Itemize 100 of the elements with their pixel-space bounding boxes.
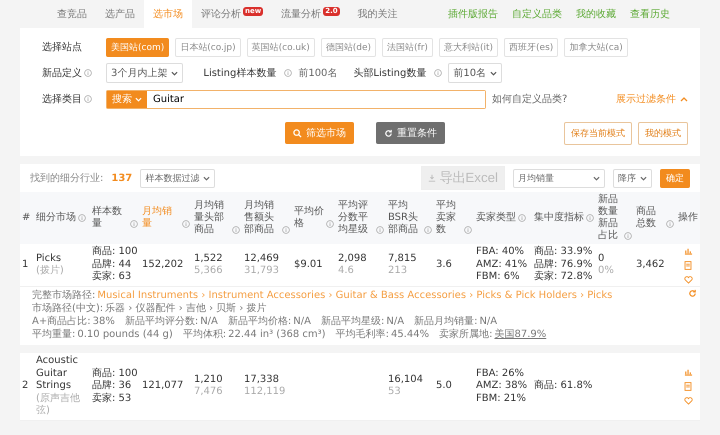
cell-text: 1,210 [194, 374, 224, 386]
top-link[interactable]: 自定义品类 [512, 7, 562, 21]
nav-tab[interactable]: 查竞品 [48, 0, 96, 28]
top-link[interactable]: 插件版报告 [448, 7, 498, 21]
detail-label: 新品月均销量: [414, 316, 478, 327]
site-option[interactable]: 意大利站(it) [438, 38, 498, 56]
detail-label: 新品平均星级: [320, 316, 384, 327]
caret-icon [171, 70, 178, 76]
cell-text: 17,338 [244, 374, 280, 386]
nav-tab[interactable]: 选市场 [144, 0, 192, 28]
caret-icon [593, 176, 600, 180]
info-icon [182, 220, 190, 228]
cell-text: FBA: 40% [476, 246, 526, 259]
info-icon [84, 95, 92, 103]
market-name[interactable]: Picks [36, 252, 88, 265]
site-option[interactable]: 德国站(de) [320, 38, 376, 56]
info-icon [666, 220, 674, 228]
field-label: 新品定义 [42, 66, 82, 80]
cell-text: 4.6 [338, 265, 355, 278]
column-header: 商品总数 [636, 206, 657, 230]
head-count-select[interactable]: 前10名 [448, 63, 502, 83]
cell-text: 121,077 [142, 380, 184, 391]
site-option[interactable]: 美国站(com) [106, 38, 170, 56]
document-icon[interactable] [684, 382, 692, 392]
column-header: 月均销量头部商品 [194, 200, 225, 236]
caret-icon [135, 96, 142, 102]
info-icon [586, 214, 594, 222]
cell-text: 53 [388, 386, 402, 399]
mode-button[interactable]: 我的模式 [638, 122, 688, 144]
column-header: 新品数量新品占比 [598, 194, 619, 242]
sample-filter-select[interactable]: 样本数据过滤 [140, 168, 216, 188]
document-icon[interactable] [684, 261, 692, 270]
site-option[interactable]: 加拿大站(ca) [564, 38, 628, 56]
cell-text: 商品: 61.8% [534, 380, 594, 392]
info-icon [284, 69, 292, 77]
nav-tab[interactable]: 我的关注 [348, 0, 407, 28]
detail-value: N/A [386, 316, 404, 327]
refresh-icon[interactable] [688, 289, 697, 298]
cell-text: AMZ: 38% [476, 380, 528, 392]
detail-label: 完整市场路径: [32, 290, 96, 301]
heart-icon[interactable] [684, 276, 692, 284]
cell-text: 1,522 [194, 252, 224, 265]
detail-label: A+商品占比: [32, 316, 91, 327]
detail-value: 38% [92, 316, 115, 327]
filter-market-button[interactable]: 筛选市场 [285, 122, 354, 144]
found-count: 137 [111, 172, 132, 184]
category-search-field[interactable]: 搜索 Guitar [106, 90, 486, 108]
site-option[interactable]: 法国站(fr) [382, 38, 433, 56]
reset-button[interactable]: 重置条件 [376, 122, 445, 144]
detail-label: 新品平均评分数: [124, 316, 198, 327]
download-icon [428, 174, 436, 182]
market-name-cn: (拨片) [36, 265, 65, 278]
cell-text: 112,119 [244, 386, 286, 399]
cell-text: 1 [22, 258, 28, 270]
category-path-link[interactable]: Musical Instruments › Instrument Accessories › Guitar & Bass Accessories › Picks & Pick Holders › Picks [97, 290, 612, 301]
cell-text: 品牌: 44 [92, 258, 132, 270]
sort-order-select[interactable]: 降序 [613, 168, 652, 188]
column-header: 平均卖家数 [436, 200, 457, 236]
cell-text: 卖家: 63 [92, 271, 132, 284]
cell-text: 213 [388, 265, 408, 278]
nav-tab[interactable]: 选产品 [96, 0, 144, 28]
field-label: 选择站点 [42, 40, 83, 54]
cell-text: $9.01 [294, 258, 323, 270]
market-name-cn: (原声吉他弦) [36, 392, 81, 418]
confirm-button[interactable]: 确定 [660, 168, 690, 188]
detail-label: 新品平均价格: [228, 316, 292, 327]
detail-label: 平均体积: [182, 329, 226, 340]
top-link[interactable]: 查看历史 [630, 7, 670, 21]
info-icon [376, 226, 384, 234]
heart-icon[interactable] [684, 397, 692, 406]
column-header: 样本数量 [92, 206, 123, 230]
detail-label: 平均毛利率: [336, 329, 389, 340]
cell-text: FBM: 21% [476, 392, 528, 405]
chart-icon[interactable] [684, 367, 692, 376]
site-option[interactable]: 西班牙(es) [504, 38, 558, 56]
refresh-icon [384, 128, 393, 138]
info-icon [326, 220, 334, 228]
field-label: 头部Listing数量 [353, 66, 426, 80]
site-option[interactable]: 英国站(co.uk) [246, 38, 315, 56]
cell-text: 卖家: 53 [92, 392, 132, 405]
chart-icon[interactable] [684, 246, 692, 255]
help-link[interactable]: 如何自定义品类? [492, 92, 568, 106]
show-filters-link[interactable]: 展示过滤条件 [616, 92, 688, 106]
mode-button[interactable]: 保存当前模式 [564, 122, 632, 144]
site-option[interactable]: 日本站(co.jp) [175, 38, 241, 56]
info-icon [464, 226, 472, 234]
detail-value: N/A [293, 316, 311, 327]
cell-text: 152,202 [142, 258, 184, 270]
cell-text: 12,469 [244, 252, 280, 265]
info-icon [130, 220, 138, 228]
found-label: 找到的细分行业: [30, 172, 104, 185]
detail-label: 市场路径(中文): [32, 303, 104, 314]
new-product-select[interactable]: 3个月内上架 [106, 63, 184, 83]
cell-text: 7,815 [388, 252, 418, 265]
market-name[interactable]: Acoustic Guitar Strings [36, 355, 88, 392]
top-link[interactable]: 我的收藏 [576, 7, 616, 21]
info-icon [434, 69, 442, 77]
sort-field-select[interactable]: 月均销量 [513, 168, 605, 188]
detail-link[interactable]: 美国87.9% [494, 329, 546, 340]
field-label: Listing样本数量 [203, 66, 276, 80]
